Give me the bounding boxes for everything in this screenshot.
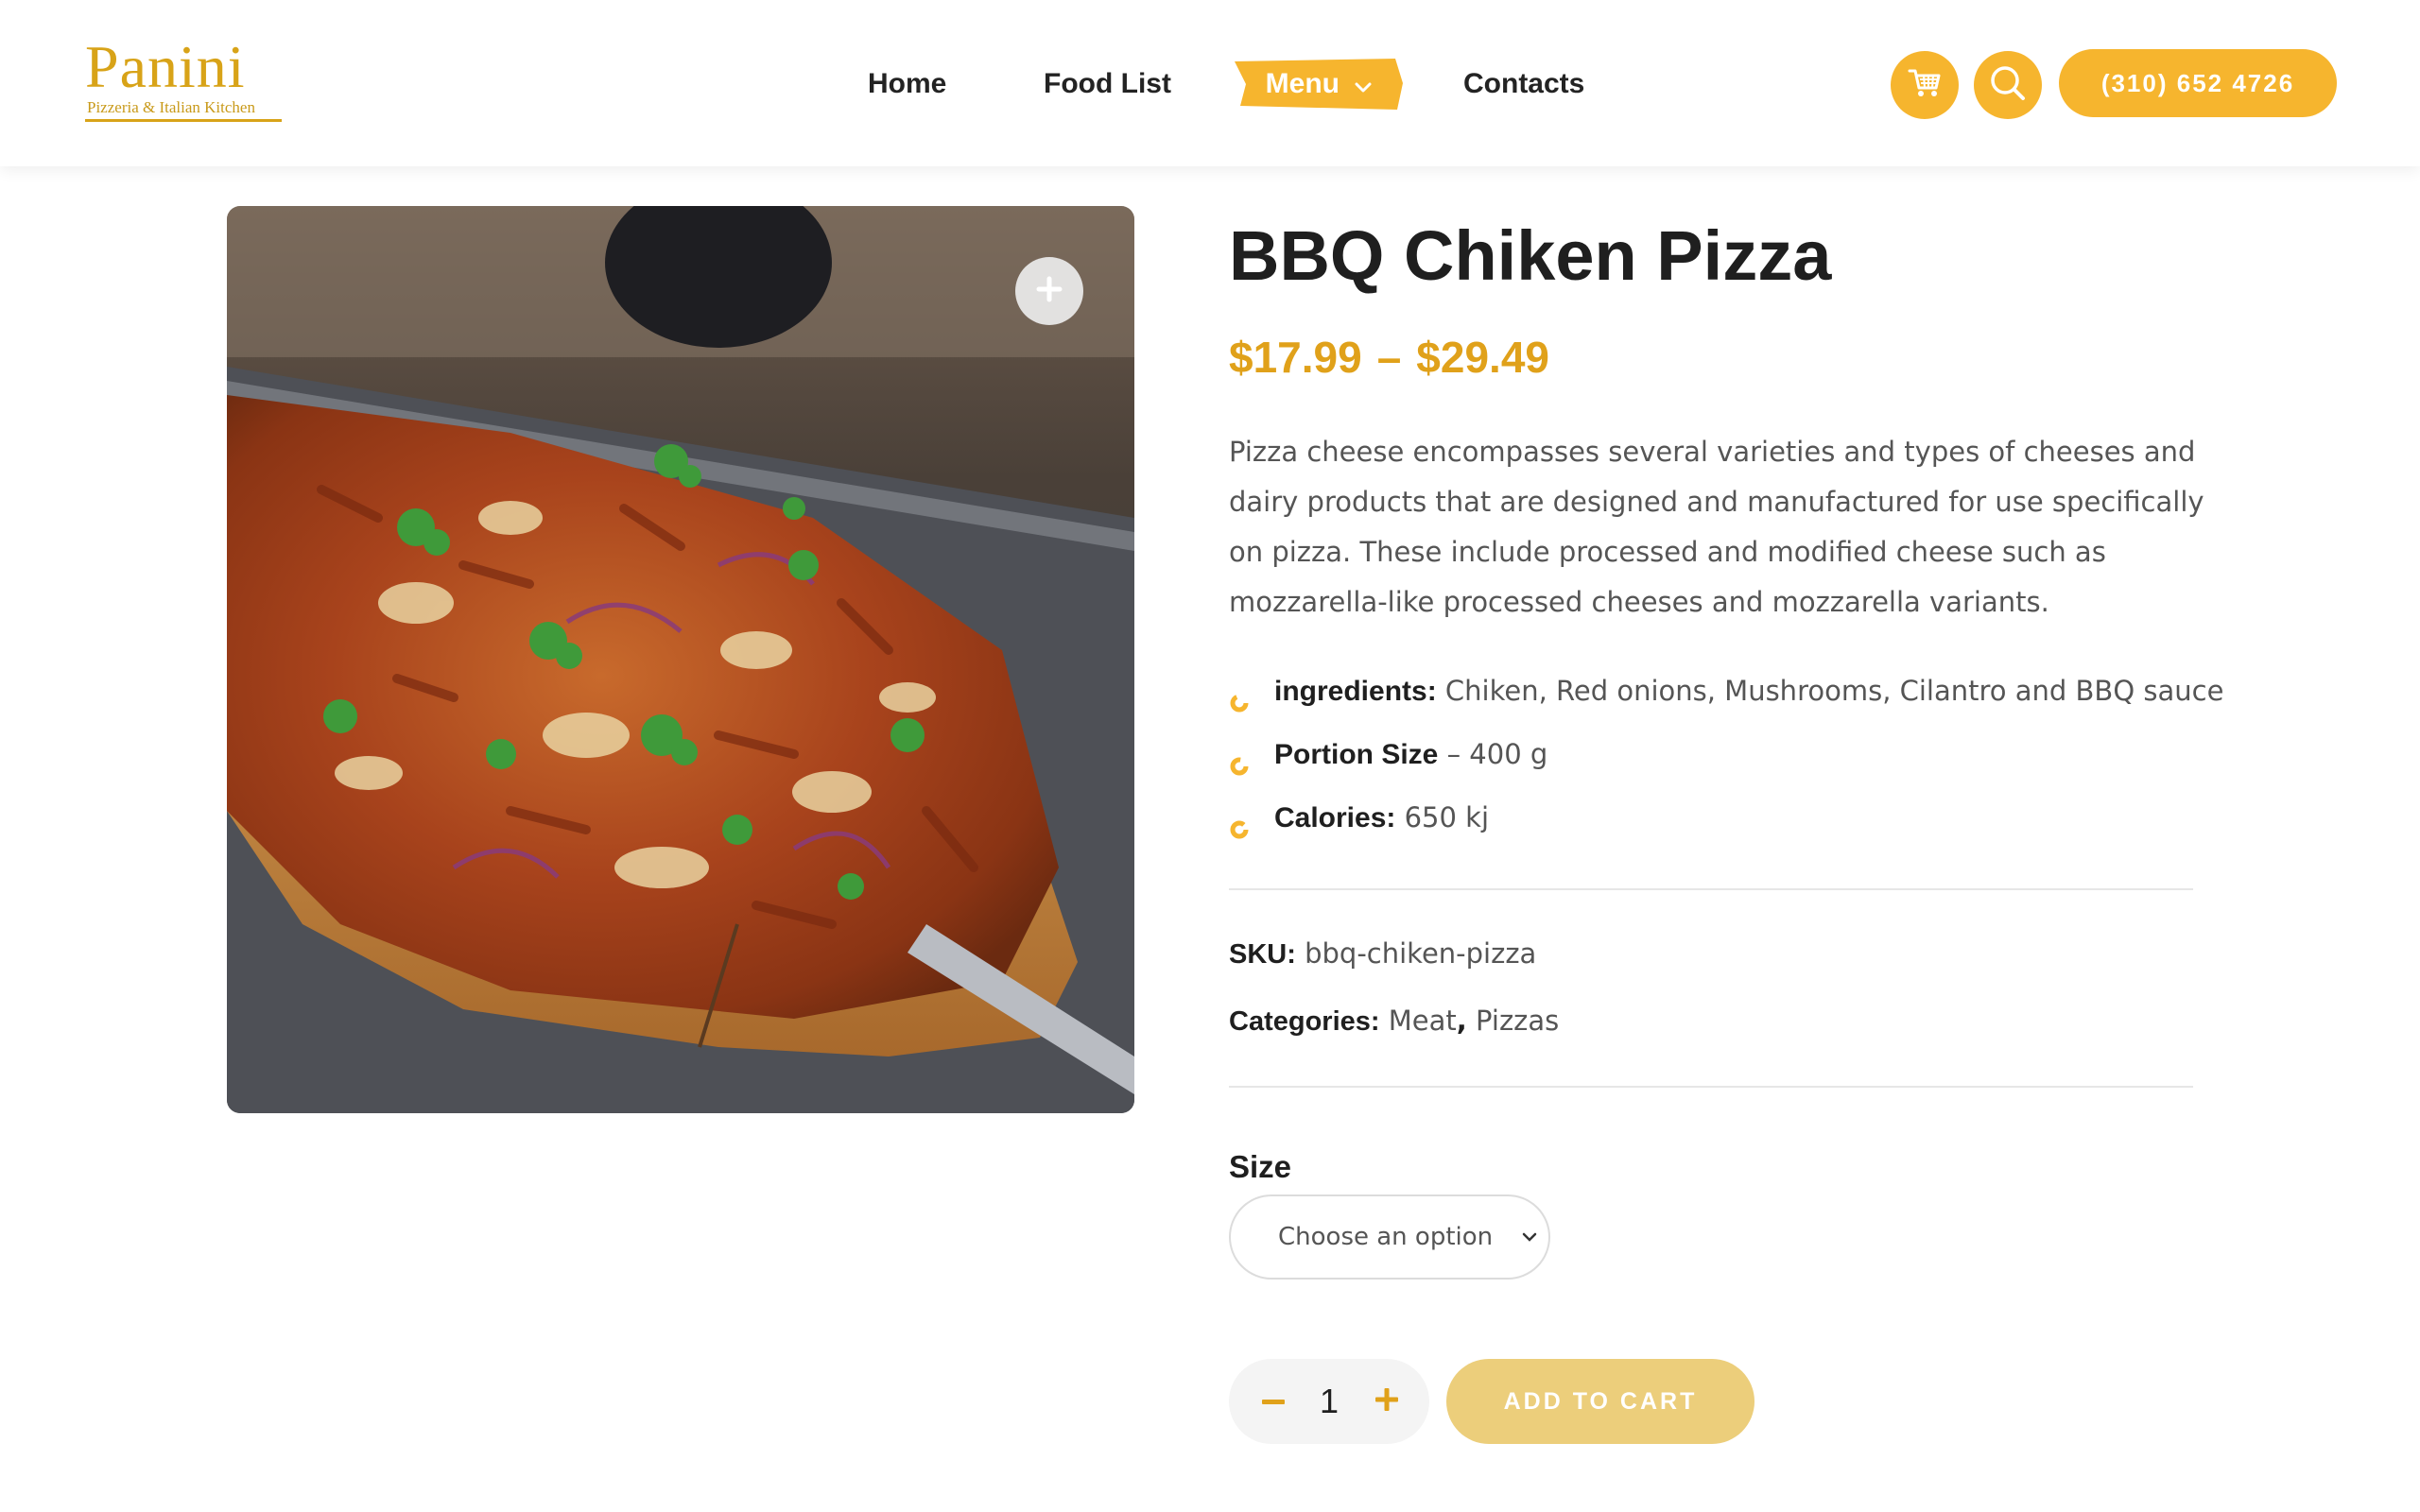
categories-label: Categories: — [1229, 1006, 1380, 1037]
spec-value: – 400 g — [1446, 738, 1548, 770]
divider — [1229, 888, 2193, 890]
search-icon — [1989, 64, 2027, 107]
logo-subtitle: Pizzeria & Italian Kitchen — [87, 98, 255, 116]
product-sku: SKU: bbq-chiken-pizza — [1229, 933, 1536, 974]
circle-bullet-icon — [1229, 680, 1250, 728]
quantity-stepper: 1 — [1229, 1359, 1429, 1444]
spec-value: Chiken, Red onions, Mushrooms, Cilantro … — [1444, 675, 2224, 707]
search-button[interactable] — [1974, 51, 2042, 119]
pizza-photo — [227, 206, 1134, 1113]
price-separator: – — [1376, 333, 1402, 382]
cart-icon — [1908, 67, 1942, 104]
size-label: Size — [1229, 1149, 1292, 1184]
quantity-input[interactable]: 1 — [1301, 1359, 1357, 1444]
spec-label: Calories: — [1274, 802, 1396, 833]
nav-home[interactable]: Home — [868, 55, 946, 113]
logo-underline — [85, 119, 282, 122]
phone-button[interactable]: (310) 652 4726 — [2059, 49, 2337, 117]
logo[interactable]: Panini Pizzeria & Italian Kitchen — [85, 36, 284, 127]
product-categories: Categories: Meat, Pizzas — [1229, 1005, 1560, 1037]
price-min: $17.99 — [1229, 333, 1362, 382]
divider — [1229, 1086, 2193, 1088]
zoom-image-button[interactable] — [1015, 257, 1083, 325]
minus-icon — [1262, 1393, 1285, 1410]
category-link-meat[interactable]: Meat — [1389, 1005, 1457, 1037]
price-max: $29.49 — [1416, 333, 1549, 382]
product-price: $17.99– $29.49 — [1229, 329, 1549, 386]
plus-icon — [1035, 275, 1063, 308]
spec-value: 650 kj — [1404, 801, 1490, 833]
circle-bullet-icon — [1229, 744, 1250, 791]
chevron-down-icon — [1355, 56, 1372, 114]
sku-label: SKU: — [1229, 939, 1296, 970]
size-select-value: Choose an option — [1278, 1223, 1494, 1251]
chevron-down-icon — [1522, 1230, 1537, 1247]
product-title: BBQ Chiken Pizza — [1229, 216, 1832, 295]
spec-label: ingredients: — [1274, 676, 1437, 707]
product-description: Pizza cheese encompasses several varieti… — [1229, 436, 2204, 618]
nav-menu[interactable]: Menu — [1235, 55, 1403, 113]
site-header: Panini Pizzeria & Italian Kitchen Home F… — [0, 0, 2420, 166]
nav-food-list[interactable]: Food List — [1044, 55, 1171, 113]
plus-icon — [1375, 1387, 1398, 1416]
category-link-pizzas[interactable]: Pizzas — [1476, 1005, 1559, 1037]
circle-bullet-icon — [1229, 807, 1250, 854]
nav-contacts[interactable]: Contacts — [1463, 55, 1584, 113]
quantity-increase-button[interactable] — [1371, 1385, 1403, 1418]
product-image[interactable] — [227, 206, 1134, 1113]
sku-value: bbq-chiken-pizza — [1305, 937, 1537, 970]
spec-label: Portion Size — [1274, 739, 1439, 770]
cart-button[interactable] — [1891, 51, 1959, 119]
nav-menu-label: Menu — [1265, 68, 1340, 99]
quantity-decrease-button[interactable] — [1257, 1385, 1289, 1418]
add-to-cart-button[interactable]: ADD TO CART — [1446, 1359, 1754, 1444]
logo-title: Panini — [85, 33, 246, 100]
size-select[interactable]: Choose an option — [1229, 1194, 1550, 1280]
